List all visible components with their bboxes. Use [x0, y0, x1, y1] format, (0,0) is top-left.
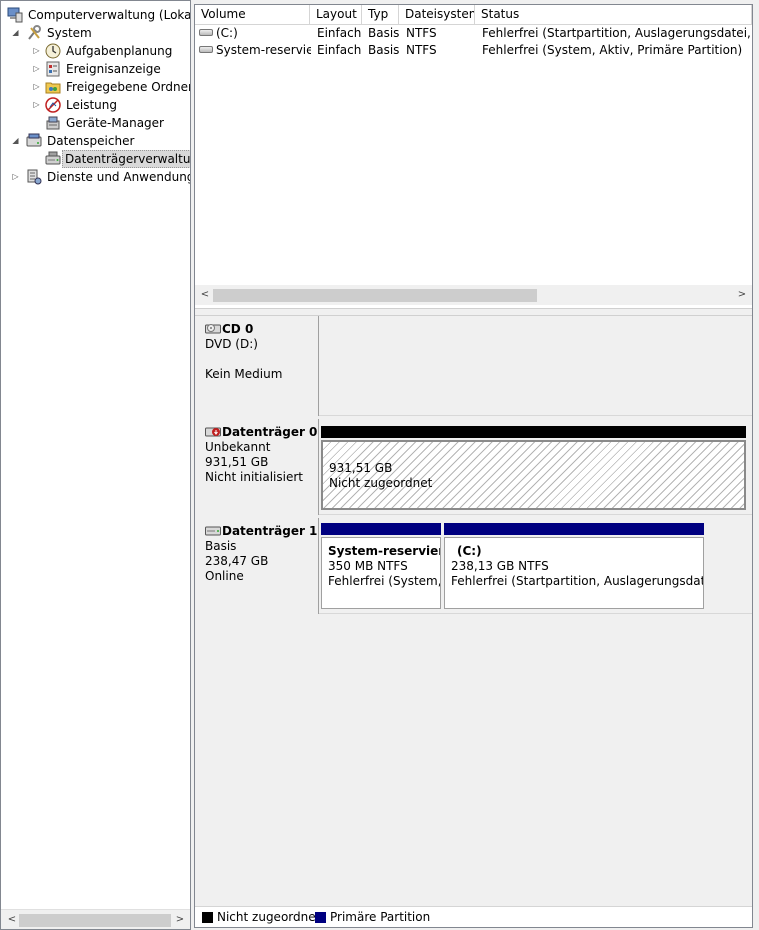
tree-label: Computerverwaltung (Lokal): [28, 8, 190, 22]
disk-row-disk1[interactable]: Datenträger 1 Basis 238,47 GB Online Sys…: [195, 518, 752, 614]
volume-list: Volume Layout Typ Dateisystem Status (C:…: [195, 5, 752, 308]
collapse-arrow-icon[interactable]: ◢: [11, 132, 20, 150]
tree-label: Aufgabenplanung: [66, 44, 173, 58]
storage-icon: [26, 133, 42, 147]
legend-label-primary: Primäre Partition: [330, 910, 431, 924]
disk-management-pane: Volume Layout Typ Dateisystem Status (C:…: [194, 4, 753, 928]
tree-label: Freigegebene Ordner: [66, 80, 190, 94]
tree-label: Leistung: [66, 98, 117, 112]
legend-label-unallocated: Nicht zugeordnet: [217, 910, 321, 924]
disk-row-cd0[interactable]: CD 0 DVD (D:) Kein Medium: [195, 316, 752, 416]
disk-info[interactable]: CD 0 DVD (D:) Kein Medium: [195, 316, 319, 416]
column-header-layout[interactable]: Layout: [310, 5, 362, 25]
disk-type: DVD (D:): [205, 337, 258, 351]
filesystem-cell: NTFS: [406, 43, 437, 57]
unallocated-partition[interactable]: 931,51 GB Nicht zugeordnet: [321, 440, 746, 510]
expand-arrow-icon[interactable]: ▷: [32, 96, 41, 114]
legend-swatch-primary: [315, 912, 326, 923]
status-cell: Fehlerfrei (Startpartition, Auslagerungs…: [482, 26, 752, 40]
unallocated-bar: [321, 426, 746, 438]
navigation-tree: Computerverwaltung (Lokal) ◢ System ▷ Au…: [1, 1, 190, 909]
disk-type: Unbekannt: [205, 440, 271, 454]
partition-size: 931,51 GB: [329, 461, 393, 475]
partition-name: (C:): [457, 544, 482, 558]
partition-status: Fehlerfrei (System, A: [328, 574, 441, 588]
partition-status: Fehlerfrei (Startpartition, Auslagerungs…: [451, 574, 703, 588]
performance-icon: [45, 97, 61, 113]
hard-disk-icon: [205, 526, 221, 536]
column-header-volume[interactable]: Volume: [195, 5, 310, 25]
pane-splitter[interactable]: [195, 308, 752, 316]
legend-swatch-unallocated: [202, 912, 213, 923]
disk-size: 931,51 GB: [205, 455, 269, 469]
volume-icon: [199, 46, 213, 53]
scroll-left-arrow-icon[interactable]: <: [198, 288, 212, 302]
disk-info[interactable]: Datenträger 0 Unbekannt 931,51 GB Nicht …: [195, 419, 319, 515]
volume-cell: System-reserviert: [199, 42, 311, 59]
partition-system-reserviert[interactable]: System-reserviert 350 MB NTFS Fehlerfrei…: [321, 537, 441, 609]
status-cell: Fehlerfrei (System, Aktiv, Primäre Parti…: [482, 43, 743, 57]
volume-name: System-reserviert: [216, 43, 311, 57]
disk-info[interactable]: Datenträger 1 Basis 238,47 GB Online: [195, 518, 319, 614]
disk-name: Datenträger 1: [222, 524, 318, 538]
column-header-status[interactable]: Status: [475, 5, 752, 25]
partition-size: 238,13 GB NTFS: [451, 559, 549, 573]
primary-partition-bar: [321, 523, 441, 535]
legend: Nicht zugeordnet Primäre Partition: [195, 906, 752, 927]
type-cell: Basis: [368, 26, 400, 40]
volume-name: (C:): [216, 26, 238, 40]
clock-icon: [45, 43, 61, 59]
partition-size: 350 MB NTFS: [328, 559, 408, 573]
tree-label: Datenspeicher: [47, 134, 135, 148]
tree-label: Datenträgerverwaltung: [62, 150, 190, 168]
shared-folder-icon: [45, 82, 61, 94]
disk-status: Online: [205, 569, 244, 583]
disk-name: CD 0: [222, 322, 254, 336]
disk-graphical-view: CD 0 DVD (D:) Kein Medium Datenträger 0 …: [195, 316, 752, 906]
filesystem-cell: NTFS: [406, 26, 437, 40]
event-viewer-icon: [46, 61, 60, 77]
tree-label: Dienste und Anwendungen: [47, 170, 190, 184]
disk-name: Datenträger 0: [222, 425, 318, 439]
disk-row-disk0[interactable]: Datenträger 0 Unbekannt 931,51 GB Nicht …: [195, 419, 752, 515]
volume-icon: [199, 29, 213, 36]
layout-cell: Einfach: [317, 43, 362, 57]
expand-arrow-icon[interactable]: ▷: [11, 168, 20, 186]
disk-size: 238,47 GB: [205, 554, 269, 568]
expand-arrow-icon[interactable]: ▷: [32, 42, 41, 60]
scroll-left-arrow-icon[interactable]: <: [5, 913, 19, 927]
type-cell: Basis: [368, 43, 400, 57]
disk-status: Nicht initialisiert: [205, 470, 303, 484]
console-tree: Computerverwaltung (Lokal) ◢ System ▷ Au…: [0, 0, 191, 930]
scroll-right-arrow-icon[interactable]: >: [173, 913, 187, 927]
services-icon: [27, 169, 42, 185]
primary-partition-bar: [444, 523, 704, 535]
tree-label: Ereignisanzeige: [66, 62, 161, 76]
disk-error-icon: [205, 427, 221, 437]
column-header-dateisystem[interactable]: Dateisystem: [399, 5, 475, 25]
collapse-arrow-icon[interactable]: ◢: [11, 24, 20, 42]
partition-name: System-reserviert: [328, 544, 441, 558]
tree-label: Geräte-Manager: [66, 116, 164, 130]
cd-drive-icon: [205, 324, 221, 334]
disk-status: Kein Medium: [205, 367, 283, 381]
scroll-right-arrow-icon[interactable]: >: [735, 288, 749, 302]
partition-c[interactable]: (C:) 238,13 GB NTFS Fehlerfrei (Startpar…: [444, 537, 704, 609]
scroll-thumb[interactable]: [19, 914, 171, 927]
volume-list-horizontal-scrollbar[interactable]: < >: [195, 285, 752, 305]
partition-state: Nicht zugeordnet: [329, 476, 433, 490]
volume-cell: (C:): [199, 25, 309, 42]
layout-cell: Einfach: [317, 26, 362, 40]
tree-label: System: [47, 26, 92, 40]
expand-arrow-icon[interactable]: ▷: [32, 78, 41, 96]
expand-arrow-icon[interactable]: ▷: [32, 60, 41, 78]
column-header-typ[interactable]: Typ: [362, 5, 399, 25]
tree-horizontal-scrollbar[interactable]: < >: [1, 909, 190, 929]
tools-icon: [28, 25, 41, 40]
device-manager-icon: [46, 116, 60, 130]
computer-management-icon: [7, 7, 23, 23]
disk-management-icon: [45, 151, 61, 165]
scroll-thumb[interactable]: [213, 289, 537, 302]
disk-type: Basis: [205, 539, 237, 553]
